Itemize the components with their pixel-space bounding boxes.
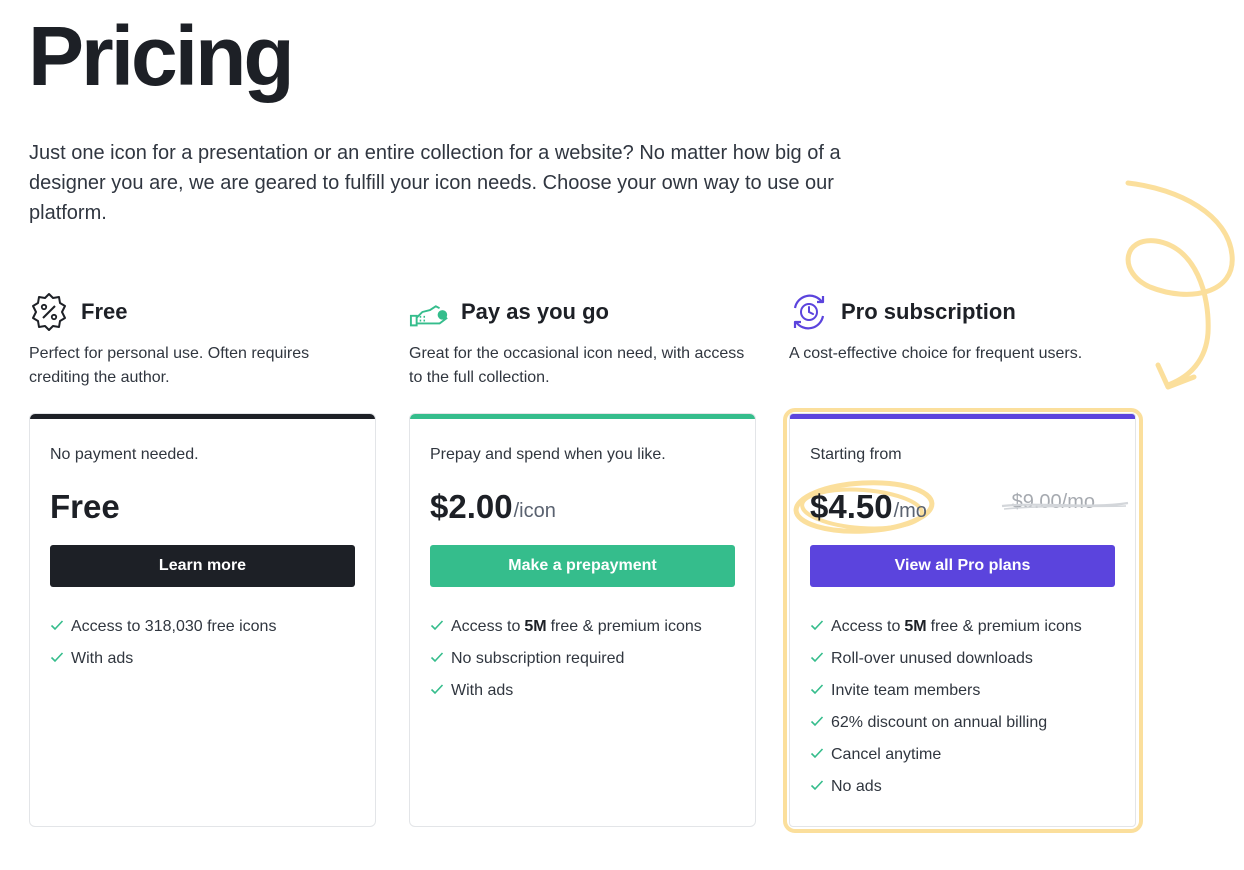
price-caption: Prepay and spend when you like. bbox=[430, 446, 666, 463]
plan-header-free: Free Perfect for personal use. Often req… bbox=[29, 290, 369, 390]
page-title: Pricing bbox=[28, 9, 295, 103]
check-icon bbox=[430, 618, 450, 636]
check-icon bbox=[430, 682, 450, 700]
plan-card-payg: Prepay and spend when you like. $2.00 /i… bbox=[409, 413, 756, 827]
feature-item: Access to 318,030 free icons bbox=[50, 611, 355, 643]
feature-item: With ads bbox=[430, 675, 735, 707]
percent-badge-icon bbox=[29, 291, 71, 333]
feature-text: Access to bbox=[451, 618, 521, 635]
plan-title: Pro subscription bbox=[841, 299, 1016, 324]
feature-text: With ads bbox=[71, 650, 134, 667]
feature-text: No subscription required bbox=[451, 650, 625, 667]
make-prepayment-button[interactable]: Make a prepayment bbox=[430, 545, 735, 587]
plan-description: Great for the occasional icon need, with… bbox=[409, 345, 745, 386]
feature-list: Access to 318,030 free icons With ads bbox=[50, 611, 355, 675]
price: Free bbox=[50, 479, 355, 535]
feature-item: With ads bbox=[50, 643, 355, 675]
check-icon bbox=[50, 650, 70, 668]
plan-description: A cost-effective choice for frequent use… bbox=[789, 345, 1083, 362]
learn-more-button[interactable]: Learn more bbox=[50, 545, 355, 587]
plan-header-payg: Pay as you go Great for the occasional i… bbox=[409, 290, 749, 390]
plan-card-free: No payment needed. Free Learn more Acces… bbox=[29, 413, 376, 827]
feature-text: With ads bbox=[451, 682, 514, 699]
feature-highlight: 5M bbox=[524, 618, 547, 635]
price: $2.00 /icon bbox=[430, 479, 735, 535]
price-unit: /icon bbox=[513, 499, 556, 522]
hand-coins-icon bbox=[409, 291, 451, 333]
feature-text: free & premium icons bbox=[550, 618, 702, 635]
feature-item: Access to 5M free & premium icons bbox=[430, 611, 735, 643]
feature-list: Access to 5M free & premium icons No subsc… bbox=[430, 611, 735, 707]
price-amount: Free bbox=[50, 488, 120, 525]
page-intro: Just one icon for a presentation or an e… bbox=[29, 142, 841, 224]
curly-arrow-decoration bbox=[1125, 180, 1235, 390]
plan-header-pro: Pro subscription A cost-effective choice… bbox=[789, 290, 1129, 366]
plan-description: Perfect for personal use. Often requires… bbox=[29, 345, 310, 386]
pro-highlight-frame bbox=[783, 408, 1143, 833]
plan-title: Pay as you go bbox=[461, 299, 609, 324]
check-icon bbox=[430, 650, 450, 668]
feature-item: No subscription required bbox=[430, 643, 735, 675]
clock-refresh-icon bbox=[789, 291, 831, 333]
price-caption: No payment needed. bbox=[50, 446, 199, 463]
feature-text: Access to 318,030 free icons bbox=[71, 618, 277, 635]
price-amount: $2.00 bbox=[430, 488, 513, 525]
plan-title: Free bbox=[81, 299, 128, 324]
check-icon bbox=[50, 618, 70, 636]
